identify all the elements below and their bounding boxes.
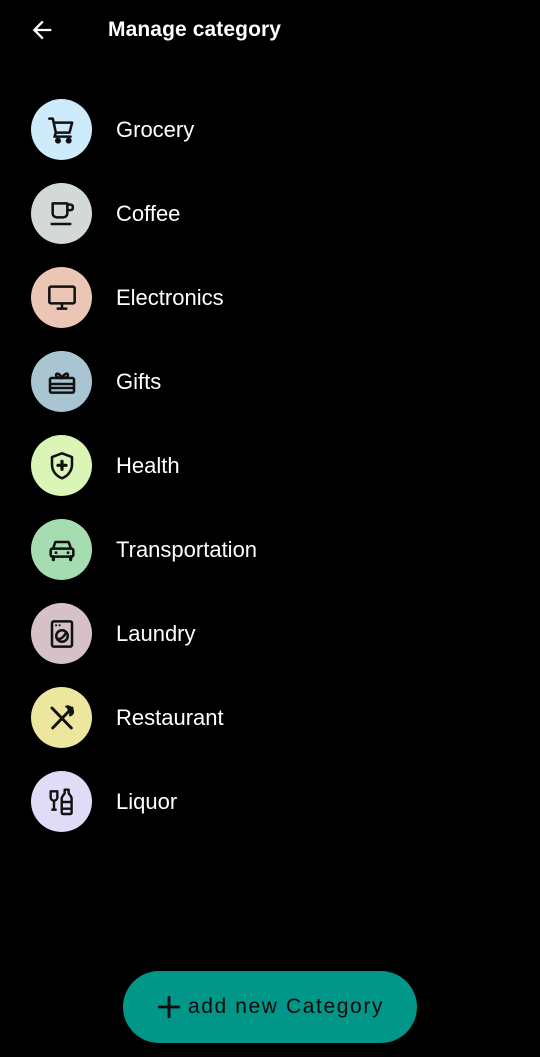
category-avatar [31,687,92,748]
category-label: Gifts [116,369,162,394]
monitor-icon [47,284,76,310]
arrow-left-icon [32,20,52,40]
shopping-cart-icon [47,116,73,144]
category-item-coffee[interactable]: Coffee [0,172,540,256]
category-label: Coffee [116,201,181,226]
category-avatar [31,771,92,832]
category-avatar [31,183,92,244]
category-item-gifts[interactable]: Gifts [0,340,540,424]
category-label: Transportation [116,537,258,562]
washing-machine-icon [50,619,73,648]
coffee-cup-icon [50,201,74,225]
category-item-electronics[interactable]: Electronics [0,256,540,340]
gift-card-icon [48,371,75,394]
category-label: Laundry [116,621,196,646]
add-category-label: add new Category [187,995,385,1018]
category-item-transportation[interactable]: Transportation [0,508,540,592]
utensils-icon [50,704,74,729]
category-avatar [31,351,92,412]
app-bar: Manage category [0,0,540,64]
category-label: Grocery [116,117,195,142]
category-list: Grocery Coffee Electronics Gifts Health … [0,88,540,844]
category-label: Restaurant [116,705,224,730]
back-button[interactable] [24,12,60,48]
category-avatar [31,519,92,580]
add-category-button[interactable]: add new Category [123,971,417,1043]
category-label: Liquor [116,789,178,814]
category-item-liquor[interactable]: Liquor [0,760,540,844]
category-item-restaurant[interactable]: Restaurant [0,676,540,760]
category-item-grocery[interactable]: Grocery [0,88,540,172]
car-icon [48,540,75,561]
category-avatar [31,603,92,664]
plus-icon [157,995,181,1019]
liquor-bottle-icon [48,788,73,815]
category-avatar [31,99,92,160]
category-avatar [31,435,92,496]
shield-plus-icon [50,451,73,480]
category-label: Electronics [116,285,224,310]
category-label: Health [116,453,180,478]
category-avatar [31,267,92,328]
page-title: Manage category [108,18,282,41]
category-item-laundry[interactable]: Laundry [0,592,540,676]
category-item-health[interactable]: Health [0,424,540,508]
